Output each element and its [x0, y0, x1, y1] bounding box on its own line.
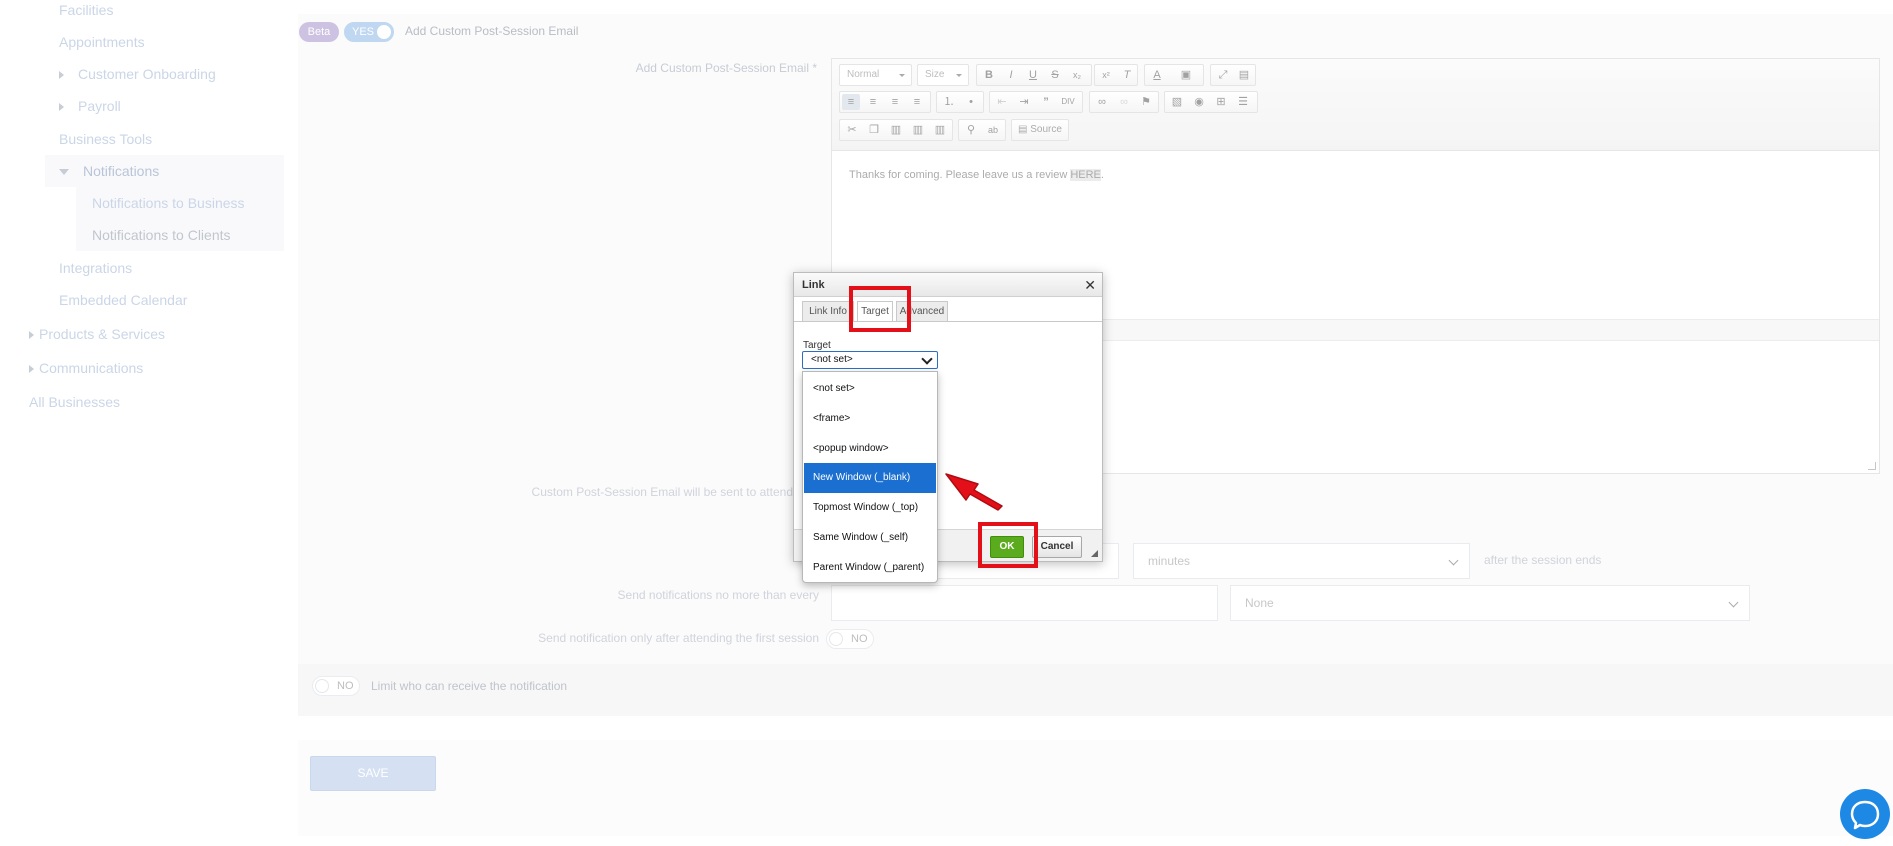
- dialog-resize-icon[interactable]: [1091, 550, 1098, 557]
- cancel-button[interactable]: Cancel: [1032, 536, 1082, 558]
- option-not-set[interactable]: <not set>: [804, 374, 936, 404]
- option-popup-window[interactable]: <popup window>: [804, 434, 936, 464]
- tab-divider: [794, 321, 1102, 322]
- target-label: Target: [803, 340, 831, 351]
- annotation-arrow-icon: [945, 473, 1003, 511]
- tab-link-info[interactable]: Link Info: [802, 301, 854, 321]
- chat-bubble-icon: [1850, 800, 1880, 830]
- option-parent-window[interactable]: Parent Window (_parent): [804, 553, 936, 583]
- option-same-window[interactable]: Same Window (_self): [804, 523, 936, 553]
- target-dropdown-list: <not set> <frame> <popup window> New Win…: [802, 371, 938, 583]
- target-select[interactable]: <not set>: [802, 351, 938, 369]
- option-new-window[interactable]: New Window (_blank): [804, 463, 936, 493]
- option-frame[interactable]: <frame>: [804, 404, 936, 434]
- highlight-box-ok-button: [978, 522, 1038, 568]
- chat-widget-button[interactable]: [1840, 789, 1890, 839]
- option-topmost-window[interactable]: Topmost Window (_top): [804, 493, 936, 523]
- highlight-box-target-tab: [849, 286, 911, 332]
- dialog-title: Link: [794, 273, 1102, 297]
- close-icon[interactable]: ✕: [1084, 273, 1096, 297]
